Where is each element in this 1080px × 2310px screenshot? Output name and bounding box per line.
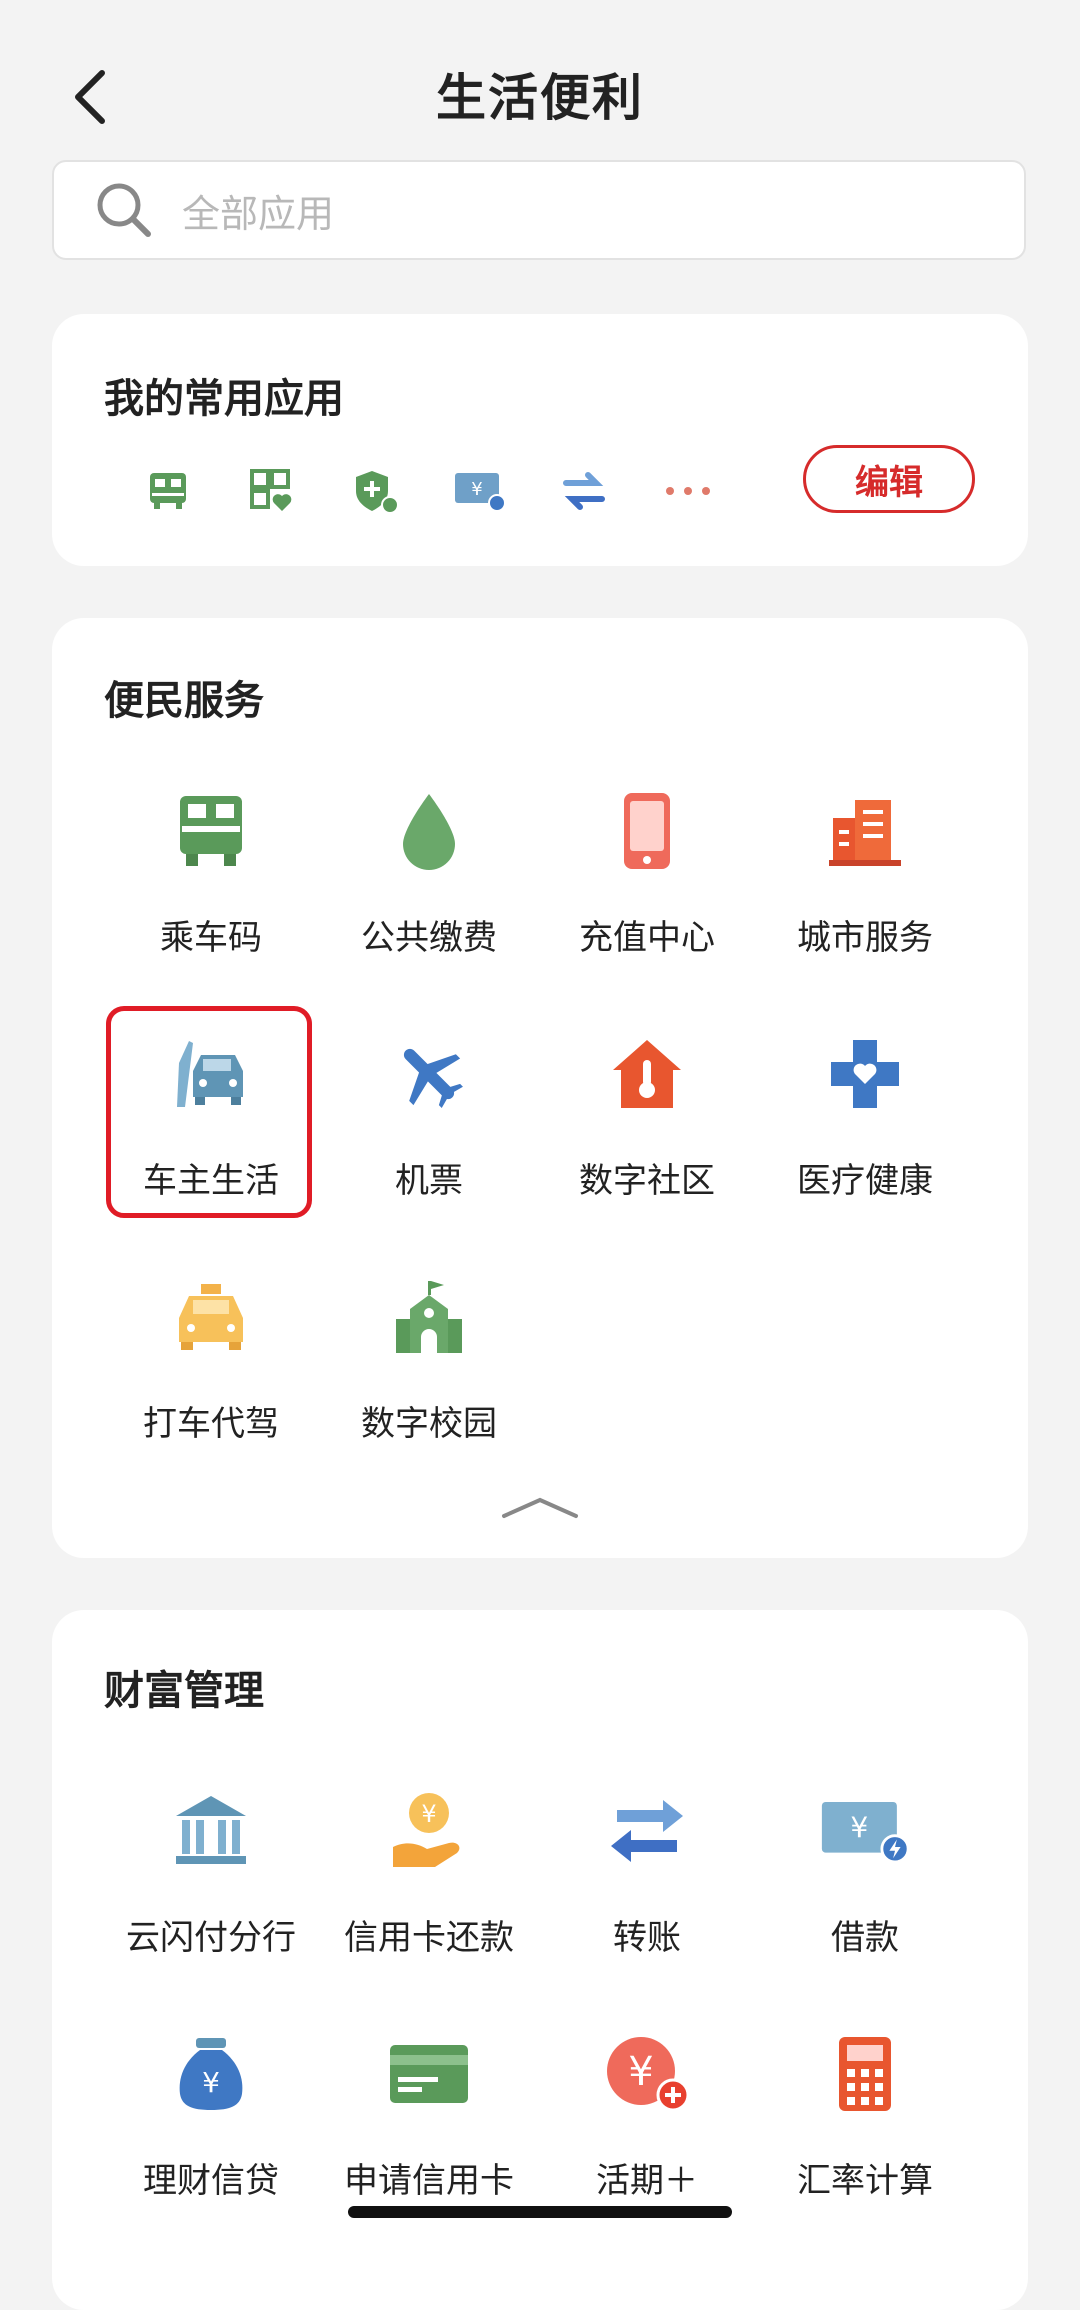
service-taxi[interactable]: 打车代驾: [102, 1252, 320, 1462]
svg-text:¥: ¥: [421, 1800, 436, 1828]
water-drop-icon: [403, 794, 455, 870]
wealth-label: 转账: [613, 1918, 681, 1958]
services-title: 便民服务: [104, 678, 264, 724]
qr-heart-icon: [250, 469, 292, 511]
fav-shield-plus[interactable]: [324, 454, 428, 528]
services-card: 便民服务 乘车码 公共缴费 充值中心 城市服务 车主生活 机票 数字社区 医疗健…: [52, 618, 1028, 1558]
wealth-label: 信用卡还款: [344, 1918, 514, 1958]
loan-card-icon: ¥: [455, 473, 506, 512]
service-label: 车主生活: [143, 1161, 279, 1201]
fav-qr-heart[interactable]: [220, 454, 324, 528]
service-medical[interactable]: 医疗健康: [756, 1009, 974, 1219]
medical-cross-icon: [831, 1040, 899, 1108]
wealth-label: 云闪付分行: [126, 1918, 296, 1958]
favorites-icon-row: ¥: [116, 454, 740, 528]
transfer-icon: [611, 1800, 683, 1862]
service-label: 城市服务: [797, 918, 933, 958]
fav-more[interactable]: [636, 454, 740, 528]
loan-icon: ¥: [821, 1801, 910, 1864]
service-label: 公共缴费: [361, 918, 497, 958]
wealth-card-repay[interactable]: ¥ 信用卡还款: [320, 1766, 538, 1976]
service-label: 充值中心: [579, 918, 715, 958]
page-title: 生活便利: [436, 69, 644, 127]
wealth-title: 财富管理: [104, 1668, 264, 1714]
wealth-card: 财富管理 云闪付分行 ¥ 信用卡还款 转账 ¥ 借款 ¥ 理财信贷 申请信用卡 …: [52, 1610, 1028, 2310]
house-thermometer-icon: [613, 1040, 681, 1108]
bank-icon: [176, 1796, 246, 1864]
wealth-apply-card[interactable]: 申请信用卡: [320, 2009, 538, 2219]
service-city[interactable]: 城市服务: [756, 766, 974, 976]
wealth-exchange-calc[interactable]: 汇率计算: [756, 2009, 974, 2219]
more-dots-icon: [666, 487, 710, 495]
service-label: 数字社区: [579, 1161, 715, 1201]
credit-card-icon: [390, 2045, 468, 2103]
service-top-up[interactable]: 充值中心: [538, 766, 756, 976]
service-car-owner[interactable]: 车主生活: [102, 1009, 320, 1219]
service-label: 乘车码: [160, 918, 262, 958]
bus-code-icon: [150, 473, 186, 509]
wealth-label: 理财信贷: [143, 2161, 279, 2201]
service-label: 打车代驾: [143, 1404, 279, 1444]
svg-text:¥: ¥: [471, 479, 482, 500]
bus-icon: [180, 796, 242, 866]
svg-text:¥: ¥: [628, 2049, 653, 2095]
wealth-label: 汇率计算: [797, 2161, 933, 2201]
service-label: 医疗健康: [797, 1161, 933, 1201]
wealth-finance[interactable]: ¥ 理财信贷: [102, 2009, 320, 2219]
search-bar[interactable]: 全部应用: [52, 160, 1026, 260]
wealth-branch[interactable]: 云闪付分行: [102, 1766, 320, 1976]
service-label: 数字校园: [361, 1404, 497, 1444]
wealth-label: 活期＋: [596, 2161, 698, 2201]
taxi-icon: [179, 1284, 243, 1350]
service-public-payment[interactable]: 公共缴费: [320, 766, 538, 976]
service-digital-campus[interactable]: 数字校园: [320, 1252, 538, 1462]
calculator-icon: [839, 2037, 891, 2111]
wealth-transfer[interactable]: 转账: [538, 1766, 756, 1976]
wealth-loan[interactable]: ¥ 借款: [756, 1766, 974, 1976]
favorites-card: 我的常用应用 ¥ 编辑: [52, 314, 1028, 566]
home-indicator[interactable]: [348, 2206, 732, 2218]
wealth-label: 申请信用卡: [344, 2161, 514, 2201]
phone-icon: [624, 793, 670, 869]
svg-text:¥: ¥: [202, 2066, 220, 2099]
service-bus-code[interactable]: 乘车码: [102, 766, 320, 976]
favorites-title: 我的常用应用: [104, 376, 344, 422]
fav-transfer[interactable]: [532, 454, 636, 528]
shield-plus-icon: [356, 471, 399, 514]
service-digital-community[interactable]: 数字社区: [538, 1009, 756, 1219]
coin-plus-icon: ¥: [607, 2037, 689, 2112]
car-icon: [177, 1041, 243, 1107]
edit-button[interactable]: 编辑: [803, 445, 975, 513]
school-icon: [396, 1281, 462, 1353]
airplane-icon: [403, 1048, 463, 1108]
chevron-up-icon[interactable]: [500, 1486, 580, 1526]
transfer-arrows-icon: [563, 472, 605, 510]
fav-loan-card[interactable]: ¥: [428, 454, 532, 528]
service-label: 机票: [395, 1161, 463, 1201]
service-flights[interactable]: 机票: [320, 1009, 538, 1219]
money-bag-icon: ¥: [179, 2038, 243, 2110]
hand-coin-icon: ¥: [393, 1793, 460, 1867]
fav-bus-code[interactable]: [116, 454, 220, 528]
wealth-demand-plus[interactable]: ¥ 活期＋: [538, 2009, 756, 2219]
search-placeholder: 全部应用: [182, 191, 335, 236]
wealth-label: 借款: [831, 1918, 899, 1958]
building-icon: [829, 800, 901, 866]
svg-text:¥: ¥: [850, 1812, 868, 1845]
search-icon: [97, 183, 151, 237]
